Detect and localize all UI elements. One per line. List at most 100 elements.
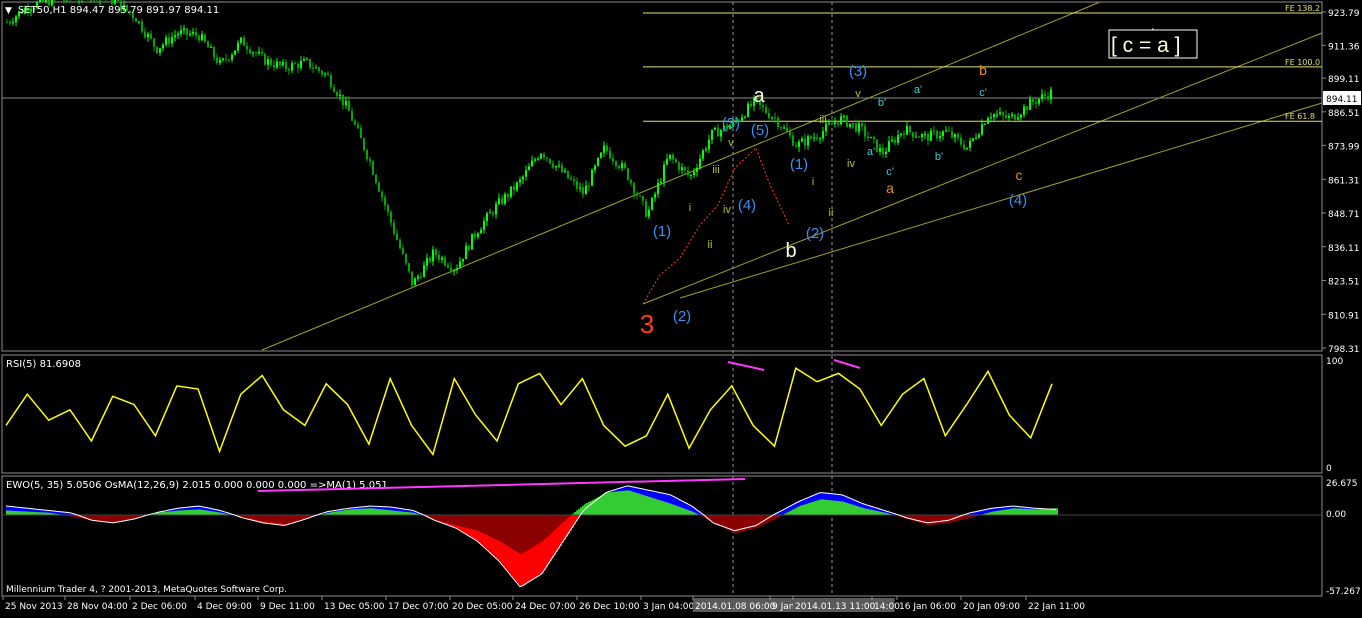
wave-label: (2)	[806, 225, 824, 242]
candle-body	[702, 150, 704, 159]
osma-bar	[402, 511, 404, 515]
osma-bar	[270, 515, 272, 523]
wave-label: c'	[979, 87, 987, 99]
osma-bar	[520, 515, 522, 555]
chart-menu-triangle[interactable]: ▼	[5, 6, 12, 16]
price-tick-label: 836.11	[1328, 244, 1360, 254]
osma-bar	[180, 510, 182, 515]
candle-body	[297, 63, 299, 69]
osma-bar	[560, 515, 562, 525]
price-tick-label: 873.99	[1328, 142, 1360, 152]
fib-level-label: FE 100.0	[1285, 58, 1320, 67]
candle-body	[264, 53, 266, 65]
osma-bar	[628, 490, 630, 515]
osma-bar	[526, 515, 528, 551]
candle-body	[462, 258, 464, 262]
candle-body	[558, 165, 560, 167]
osma-bar	[822, 499, 824, 515]
osma-bar	[558, 515, 560, 527]
chart-window[interactable]: FE 138.2 FE 100.0 FE 61.8 3 (1) (2) i ii iii iv v…	[0, 0, 1362, 614]
osma-bar	[208, 510, 210, 515]
osma-bar	[262, 515, 264, 522]
candle-body	[672, 154, 674, 160]
candle-body	[294, 63, 296, 65]
osma-bar	[618, 491, 620, 515]
wave-label: ii	[829, 207, 834, 219]
osma-bar	[658, 499, 660, 515]
candle-body	[138, 21, 140, 23]
osma-bar	[388, 510, 390, 515]
osma-bar	[616, 491, 618, 515]
osma-bar	[600, 495, 602, 515]
ewo-tick-bottom: -57.267	[1326, 587, 1361, 597]
time-tick-label: 25 Nov 2013	[5, 602, 63, 612]
osma-bar	[602, 494, 604, 515]
price-tick-label: 798.31	[1328, 345, 1360, 355]
candle-body	[693, 171, 695, 175]
candle-body	[663, 164, 665, 182]
wave-label: iv	[723, 204, 731, 216]
candle-body	[1041, 94, 1043, 99]
candle-body	[63, 0, 65, 1]
candle-body	[480, 229, 482, 234]
osma-bar	[672, 504, 674, 515]
candle-body	[387, 205, 389, 212]
osma-bar	[668, 503, 670, 515]
candle-body	[666, 158, 668, 165]
candle-body	[483, 221, 485, 230]
ewo-bar	[780, 511, 782, 515]
candle-body	[429, 257, 431, 262]
candle-body	[933, 130, 935, 132]
candle-body	[309, 58, 311, 68]
osma-bar	[532, 515, 534, 548]
wave-label: (4)	[1009, 192, 1027, 209]
candle-body	[531, 160, 533, 167]
wave-label: (1)	[790, 156, 808, 173]
price-tick-label: 899.11	[1328, 75, 1360, 85]
osma-bar	[562, 515, 564, 523]
osma-bar	[280, 515, 282, 524]
osma-bar	[586, 503, 588, 515]
candle-body	[870, 136, 872, 139]
candle-body	[894, 139, 896, 143]
time-tick-label: 2014.01.08 06:00	[695, 602, 776, 612]
osma-bar	[1030, 509, 1032, 515]
osma-bar	[856, 506, 858, 515]
osma-bar	[578, 508, 580, 515]
osma-bar	[480, 515, 482, 532]
osma-bar	[446, 515, 448, 524]
osma-bar	[932, 515, 934, 525]
current-price-label: 894.11	[1326, 95, 1358, 105]
osma-bar	[188, 509, 190, 515]
osma-bar	[458, 515, 460, 526]
osma-bar	[112, 515, 114, 523]
osma-bar	[378, 509, 380, 515]
price-tick-label: 911.36	[1328, 42, 1360, 52]
osma-bar	[382, 509, 384, 515]
osma-bar	[248, 515, 250, 519]
candle-body	[699, 158, 701, 168]
candle-body	[747, 103, 749, 117]
candle-body	[801, 138, 803, 142]
osma-bar	[918, 515, 920, 523]
rsi-panel[interactable]	[1, 354, 1323, 474]
osma-bar	[1056, 508, 1058, 515]
osma-bar	[1026, 508, 1028, 515]
osma-bar	[836, 500, 838, 515]
osma-bar	[122, 515, 124, 522]
osma-bar	[1012, 508, 1014, 515]
time-tick-label: 16 Jan 06:00	[899, 602, 956, 612]
time-tick-label: 2 Dec 06:00	[132, 602, 187, 612]
candle-body	[174, 35, 176, 38]
osma-bar	[210, 511, 212, 515]
osma-bar	[178, 510, 180, 515]
osma-bar	[802, 505, 804, 515]
time-tick-label: 9 Dec 11:00	[260, 602, 315, 612]
candle-body	[615, 161, 617, 167]
candle-body	[267, 59, 269, 65]
candle-body	[1020, 114, 1022, 118]
candle-body	[273, 64, 275, 68]
price-tick-label: 810.91	[1328, 311, 1360, 321]
osma-bar	[444, 515, 446, 523]
osma-bar	[844, 502, 846, 515]
